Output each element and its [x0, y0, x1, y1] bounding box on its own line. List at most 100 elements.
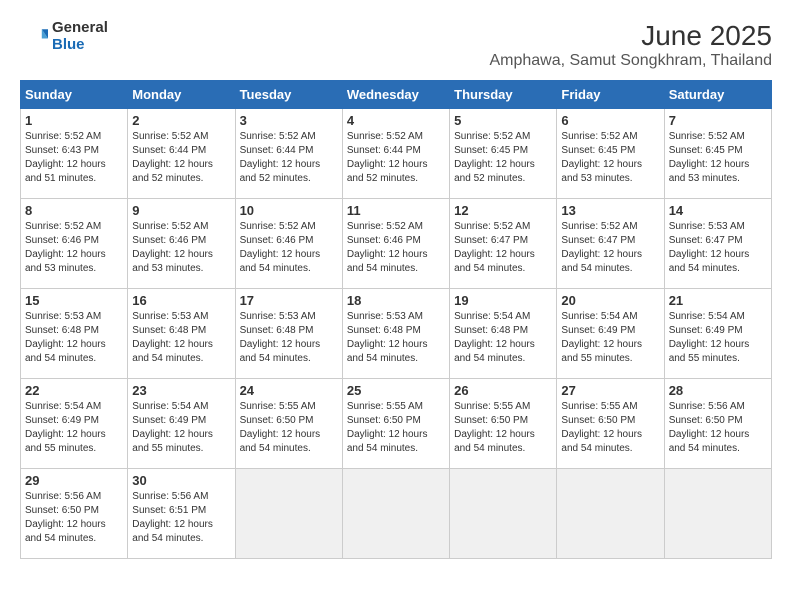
day-number: 7: [669, 113, 767, 128]
day-number: 8: [25, 203, 123, 218]
day-info: Sunrise: 5:52 AM Sunset: 6:43 PM Dayligh…: [25, 130, 123, 186]
day-number: 21: [669, 293, 767, 308]
calendar-day-cell: 18 Sunrise: 5:53 AM Sunset: 6:48 PM Dayl…: [342, 289, 449, 379]
day-info: Sunrise: 5:55 AM Sunset: 6:50 PM Dayligh…: [240, 400, 338, 456]
day-info: Sunrise: 5:54 AM Sunset: 6:49 PM Dayligh…: [132, 400, 230, 456]
day-info: Sunrise: 5:52 AM Sunset: 6:45 PM Dayligh…: [454, 130, 552, 186]
weekday-header: Saturday: [664, 81, 771, 109]
calendar-day-cell: 4 Sunrise: 5:52 AM Sunset: 6:44 PM Dayli…: [342, 109, 449, 199]
weekday-header: Friday: [557, 81, 664, 109]
calendar-day-cell: 3 Sunrise: 5:52 AM Sunset: 6:44 PM Dayli…: [235, 109, 342, 199]
calendar-day-cell: 17 Sunrise: 5:53 AM Sunset: 6:48 PM Dayl…: [235, 289, 342, 379]
calendar-day-cell: 12 Sunrise: 5:52 AM Sunset: 6:47 PM Dayl…: [450, 199, 557, 289]
calendar-day-cell: 26 Sunrise: 5:55 AM Sunset: 6:50 PM Dayl…: [450, 379, 557, 469]
calendar-day-cell: [342, 469, 449, 559]
calendar-day-cell: 2 Sunrise: 5:52 AM Sunset: 6:44 PM Dayli…: [128, 109, 235, 199]
day-info: Sunrise: 5:55 AM Sunset: 6:50 PM Dayligh…: [561, 400, 659, 456]
day-info: Sunrise: 5:52 AM Sunset: 6:47 PM Dayligh…: [561, 220, 659, 276]
calendar-day-cell: 23 Sunrise: 5:54 AM Sunset: 6:49 PM Dayl…: [128, 379, 235, 469]
day-info: Sunrise: 5:52 AM Sunset: 6:44 PM Dayligh…: [240, 130, 338, 186]
day-number: 22: [25, 383, 123, 398]
day-number: 24: [240, 383, 338, 398]
calendar-day-cell: 5 Sunrise: 5:52 AM Sunset: 6:45 PM Dayli…: [450, 109, 557, 199]
day-info: Sunrise: 5:54 AM Sunset: 6:48 PM Dayligh…: [454, 310, 552, 366]
weekday-header: Thursday: [450, 81, 557, 109]
day-number: 11: [347, 203, 445, 218]
day-number: 14: [669, 203, 767, 218]
day-number: 18: [347, 293, 445, 308]
day-info: Sunrise: 5:53 AM Sunset: 6:48 PM Dayligh…: [240, 310, 338, 366]
calendar-day-cell: [557, 469, 664, 559]
calendar-header-row: SundayMondayTuesdayWednesdayThursdayFrid…: [21, 81, 772, 109]
calendar-day-cell: 10 Sunrise: 5:52 AM Sunset: 6:46 PM Dayl…: [235, 199, 342, 289]
day-number: 25: [347, 383, 445, 398]
day-info: Sunrise: 5:53 AM Sunset: 6:48 PM Dayligh…: [132, 310, 230, 366]
day-info: Sunrise: 5:55 AM Sunset: 6:50 PM Dayligh…: [347, 400, 445, 456]
day-info: Sunrise: 5:56 AM Sunset: 6:51 PM Dayligh…: [132, 490, 230, 546]
logo-icon: [20, 23, 48, 51]
weekday-header: Tuesday: [235, 81, 342, 109]
calendar-day-cell: 14 Sunrise: 5:53 AM Sunset: 6:47 PM Dayl…: [664, 199, 771, 289]
day-info: Sunrise: 5:52 AM Sunset: 6:46 PM Dayligh…: [132, 220, 230, 276]
day-info: Sunrise: 5:52 AM Sunset: 6:46 PM Dayligh…: [240, 220, 338, 276]
calendar-day-cell: 19 Sunrise: 5:54 AM Sunset: 6:48 PM Dayl…: [450, 289, 557, 379]
day-number: 17: [240, 293, 338, 308]
day-number: 27: [561, 383, 659, 398]
calendar-day-cell: 11 Sunrise: 5:52 AM Sunset: 6:46 PM Dayl…: [342, 199, 449, 289]
calendar-week-row: 15 Sunrise: 5:53 AM Sunset: 6:48 PM Dayl…: [21, 289, 772, 379]
day-info: Sunrise: 5:54 AM Sunset: 6:49 PM Dayligh…: [25, 400, 123, 456]
day-info: Sunrise: 5:54 AM Sunset: 6:49 PM Dayligh…: [561, 310, 659, 366]
day-number: 2: [132, 113, 230, 128]
day-number: 1: [25, 113, 123, 128]
calendar-day-cell: 25 Sunrise: 5:55 AM Sunset: 6:50 PM Dayl…: [342, 379, 449, 469]
calendar-day-cell: [235, 469, 342, 559]
day-info: Sunrise: 5:52 AM Sunset: 6:44 PM Dayligh…: [347, 130, 445, 186]
page-subtitle: Amphawa, Samut Songkhram, Thailand: [489, 52, 772, 70]
calendar-day-cell: 8 Sunrise: 5:52 AM Sunset: 6:46 PM Dayli…: [21, 199, 128, 289]
calendar-table: SundayMondayTuesdayWednesdayThursdayFrid…: [20, 80, 772, 559]
logo-text: General Blue: [52, 20, 108, 53]
day-number: 9: [132, 203, 230, 218]
calendar-day-cell: 1 Sunrise: 5:52 AM Sunset: 6:43 PM Dayli…: [21, 109, 128, 199]
calendar-day-cell: 28 Sunrise: 5:56 AM Sunset: 6:50 PM Dayl…: [664, 379, 771, 469]
header: General Blue June 2025 Amphawa, Samut So…: [20, 20, 772, 70]
day-number: 16: [132, 293, 230, 308]
day-number: 19: [454, 293, 552, 308]
day-info: Sunrise: 5:56 AM Sunset: 6:50 PM Dayligh…: [669, 400, 767, 456]
calendar-day-cell: 22 Sunrise: 5:54 AM Sunset: 6:49 PM Dayl…: [21, 379, 128, 469]
day-number: 28: [669, 383, 767, 398]
calendar-day-cell: 27 Sunrise: 5:55 AM Sunset: 6:50 PM Dayl…: [557, 379, 664, 469]
day-number: 13: [561, 203, 659, 218]
calendar-day-cell: 20 Sunrise: 5:54 AM Sunset: 6:49 PM Dayl…: [557, 289, 664, 379]
calendar-day-cell: 6 Sunrise: 5:52 AM Sunset: 6:45 PM Dayli…: [557, 109, 664, 199]
day-number: 4: [347, 113, 445, 128]
day-info: Sunrise: 5:52 AM Sunset: 6:44 PM Dayligh…: [132, 130, 230, 186]
day-number: 6: [561, 113, 659, 128]
day-info: Sunrise: 5:52 AM Sunset: 6:45 PM Dayligh…: [561, 130, 659, 186]
day-info: Sunrise: 5:53 AM Sunset: 6:48 PM Dayligh…: [347, 310, 445, 366]
day-number: 12: [454, 203, 552, 218]
calendar-day-cell: 30 Sunrise: 5:56 AM Sunset: 6:51 PM Dayl…: [128, 469, 235, 559]
day-info: Sunrise: 5:56 AM Sunset: 6:50 PM Dayligh…: [25, 490, 123, 546]
calendar-week-row: 8 Sunrise: 5:52 AM Sunset: 6:46 PM Dayli…: [21, 199, 772, 289]
calendar-week-row: 29 Sunrise: 5:56 AM Sunset: 6:50 PM Dayl…: [21, 469, 772, 559]
weekday-header: Wednesday: [342, 81, 449, 109]
calendar-day-cell: 16 Sunrise: 5:53 AM Sunset: 6:48 PM Dayl…: [128, 289, 235, 379]
title-area: June 2025 Amphawa, Samut Songkhram, Thai…: [489, 20, 772, 70]
calendar-day-cell: 29 Sunrise: 5:56 AM Sunset: 6:50 PM Dayl…: [21, 469, 128, 559]
calendar-day-cell: 15 Sunrise: 5:53 AM Sunset: 6:48 PM Dayl…: [21, 289, 128, 379]
day-number: 3: [240, 113, 338, 128]
calendar-day-cell: 13 Sunrise: 5:52 AM Sunset: 6:47 PM Dayl…: [557, 199, 664, 289]
day-number: 5: [454, 113, 552, 128]
day-info: Sunrise: 5:52 AM Sunset: 6:47 PM Dayligh…: [454, 220, 552, 276]
calendar-day-cell: [450, 469, 557, 559]
day-number: 20: [561, 293, 659, 308]
day-info: Sunrise: 5:52 AM Sunset: 6:46 PM Dayligh…: [25, 220, 123, 276]
logo: General Blue: [20, 20, 108, 53]
calendar-day-cell: 21 Sunrise: 5:54 AM Sunset: 6:49 PM Dayl…: [664, 289, 771, 379]
page-title: June 2025: [489, 20, 772, 52]
day-number: 15: [25, 293, 123, 308]
day-number: 29: [25, 473, 123, 488]
day-info: Sunrise: 5:53 AM Sunset: 6:48 PM Dayligh…: [25, 310, 123, 366]
calendar-day-cell: 24 Sunrise: 5:55 AM Sunset: 6:50 PM Dayl…: [235, 379, 342, 469]
